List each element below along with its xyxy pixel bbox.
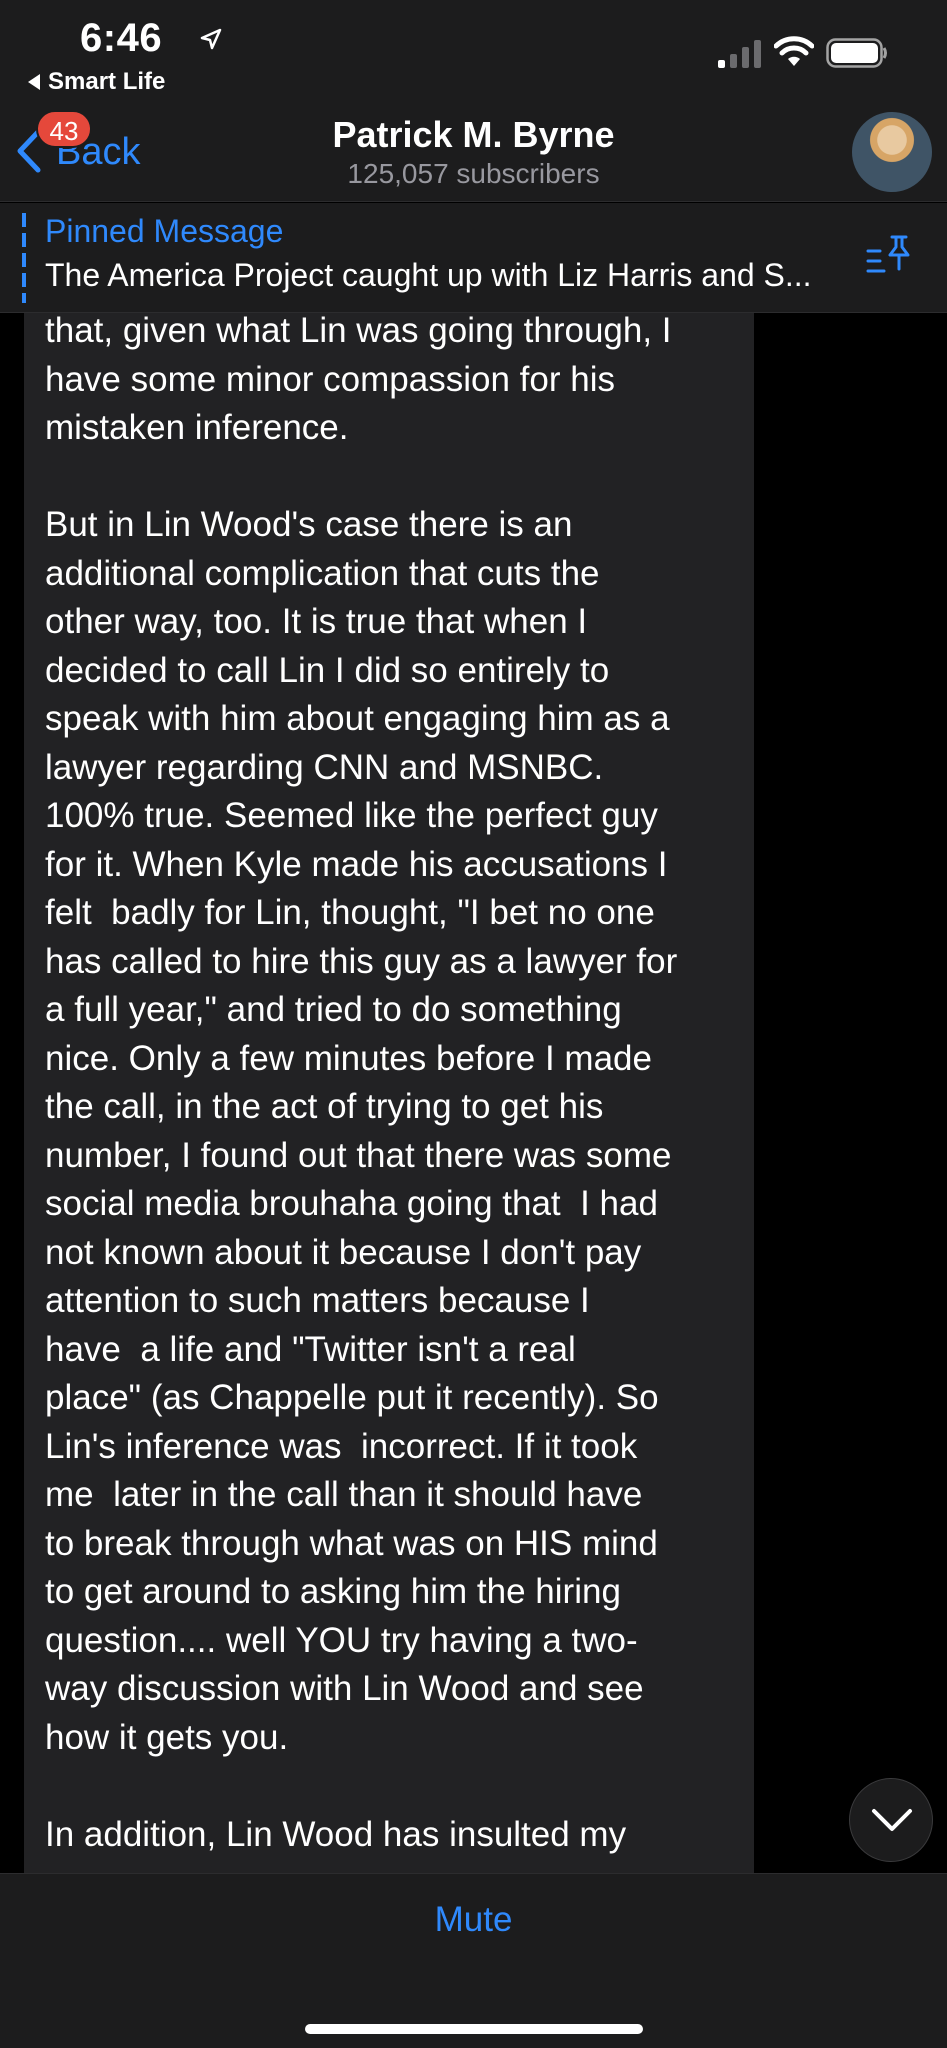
message-line: additional complication that cuts the xyxy=(45,553,600,593)
scroll-to-bottom-button[interactable] xyxy=(849,1778,933,1862)
message-line xyxy=(45,453,745,502)
pinned-message-bar[interactable]: Pinned Message The America Project caugh… xyxy=(0,203,947,313)
subscriber-count: 125,057 subscribers xyxy=(347,158,600,189)
avatar[interactable] xyxy=(852,112,932,192)
message-line: have some minor compassion for his xyxy=(45,359,615,399)
message-line: to break through what was on HIS mind xyxy=(45,1523,658,1563)
message-bubble[interactable]: that, given what Lin was going through, … xyxy=(24,313,754,1873)
message-line: felt badly for Lin, thought, "I bet no o… xyxy=(45,893,655,932)
message-line: the call, in the act of trying to get hi… xyxy=(45,1087,604,1126)
battery-icon xyxy=(826,38,887,68)
message-line: for it. When Kyle made his accusations I xyxy=(45,844,668,884)
message-line: lawyer regarding CNN and MSNBC. xyxy=(45,747,604,787)
message-line: has called to hire this guy as a lawyer … xyxy=(45,941,678,981)
home-indicator[interactable] xyxy=(305,2024,643,2034)
message-line: attention to such matters because I xyxy=(45,1281,590,1320)
clock: 6:46 xyxy=(80,16,163,60)
message-line: speak with him about engaging him as a xyxy=(45,699,670,738)
back-triangle-icon xyxy=(28,74,40,90)
message-text: that, given what Lin was going through, … xyxy=(45,313,745,1859)
back-to-app-link[interactable]: Smart Life xyxy=(28,68,165,96)
cellular-signal-icon xyxy=(718,40,761,68)
pin-list-icon[interactable] xyxy=(866,233,912,279)
message-line: Lin's inference was incorrect. If it too… xyxy=(45,1426,638,1466)
message-line: to get around to asking him the hiring xyxy=(45,1572,621,1611)
wifi-icon xyxy=(774,36,814,66)
location-arrow-icon xyxy=(200,28,222,50)
back-app-label: Smart Life xyxy=(48,68,166,95)
message-line: mistaken inference. xyxy=(45,408,349,447)
message-line: social media brouhaha going that I had xyxy=(45,1184,658,1223)
bottom-bar: Mute xyxy=(0,1873,947,2048)
unread-badge: 43 xyxy=(36,110,92,148)
status-bar: 6:46 Smart Life xyxy=(0,0,947,100)
message-line: me later in the call than it should have xyxy=(45,1475,643,1514)
mute-button[interactable]: Mute xyxy=(0,1900,947,1940)
message-line: other way, too. It is true that when I xyxy=(45,602,588,641)
message-list[interactable]: that, given what Lin was going through, … xyxy=(0,313,947,1873)
message-line xyxy=(45,1762,745,1811)
message-line: place" (as Chappelle put it recently). S… xyxy=(45,1378,659,1417)
message-line: But in Lin Wood's case there is an xyxy=(45,505,573,544)
message-line: nice. Only a few minutes before I made xyxy=(45,1038,652,1078)
channel-name[interactable]: Patrick M. Byrne xyxy=(0,114,947,156)
message-line: In addition, Lin Wood has insulted my xyxy=(45,1814,627,1854)
message-line: how it gets you. xyxy=(45,1717,289,1757)
pinned-title: Pinned Message xyxy=(45,213,284,249)
message-line: number, I found out that there was some xyxy=(45,1135,672,1175)
message-line: that, given what Lin was going through, … xyxy=(45,313,672,350)
message-line: 100% true. Seemed like the perfect guy xyxy=(45,796,658,835)
message-line: decided to call Lin I did so entirely to xyxy=(45,650,610,690)
pinned-indicator xyxy=(22,213,26,303)
message-line: way discussion with Lin Wood and see xyxy=(45,1669,644,1708)
chevron-down-icon xyxy=(872,1809,912,1831)
message-line: a full year," and tried to do something xyxy=(45,990,622,1029)
chat-header: Back Patrick M. Byrne 125,057 subscriber… xyxy=(0,100,947,202)
message-line: have a life and "Twitter isn't a real xyxy=(45,1329,576,1369)
pinned-text: The America Project caught up with Liz H… xyxy=(45,257,812,293)
message-line: question.... well YOU try having a two- xyxy=(45,1620,638,1660)
message-line: not known about it because I don't pay xyxy=(45,1232,642,1272)
